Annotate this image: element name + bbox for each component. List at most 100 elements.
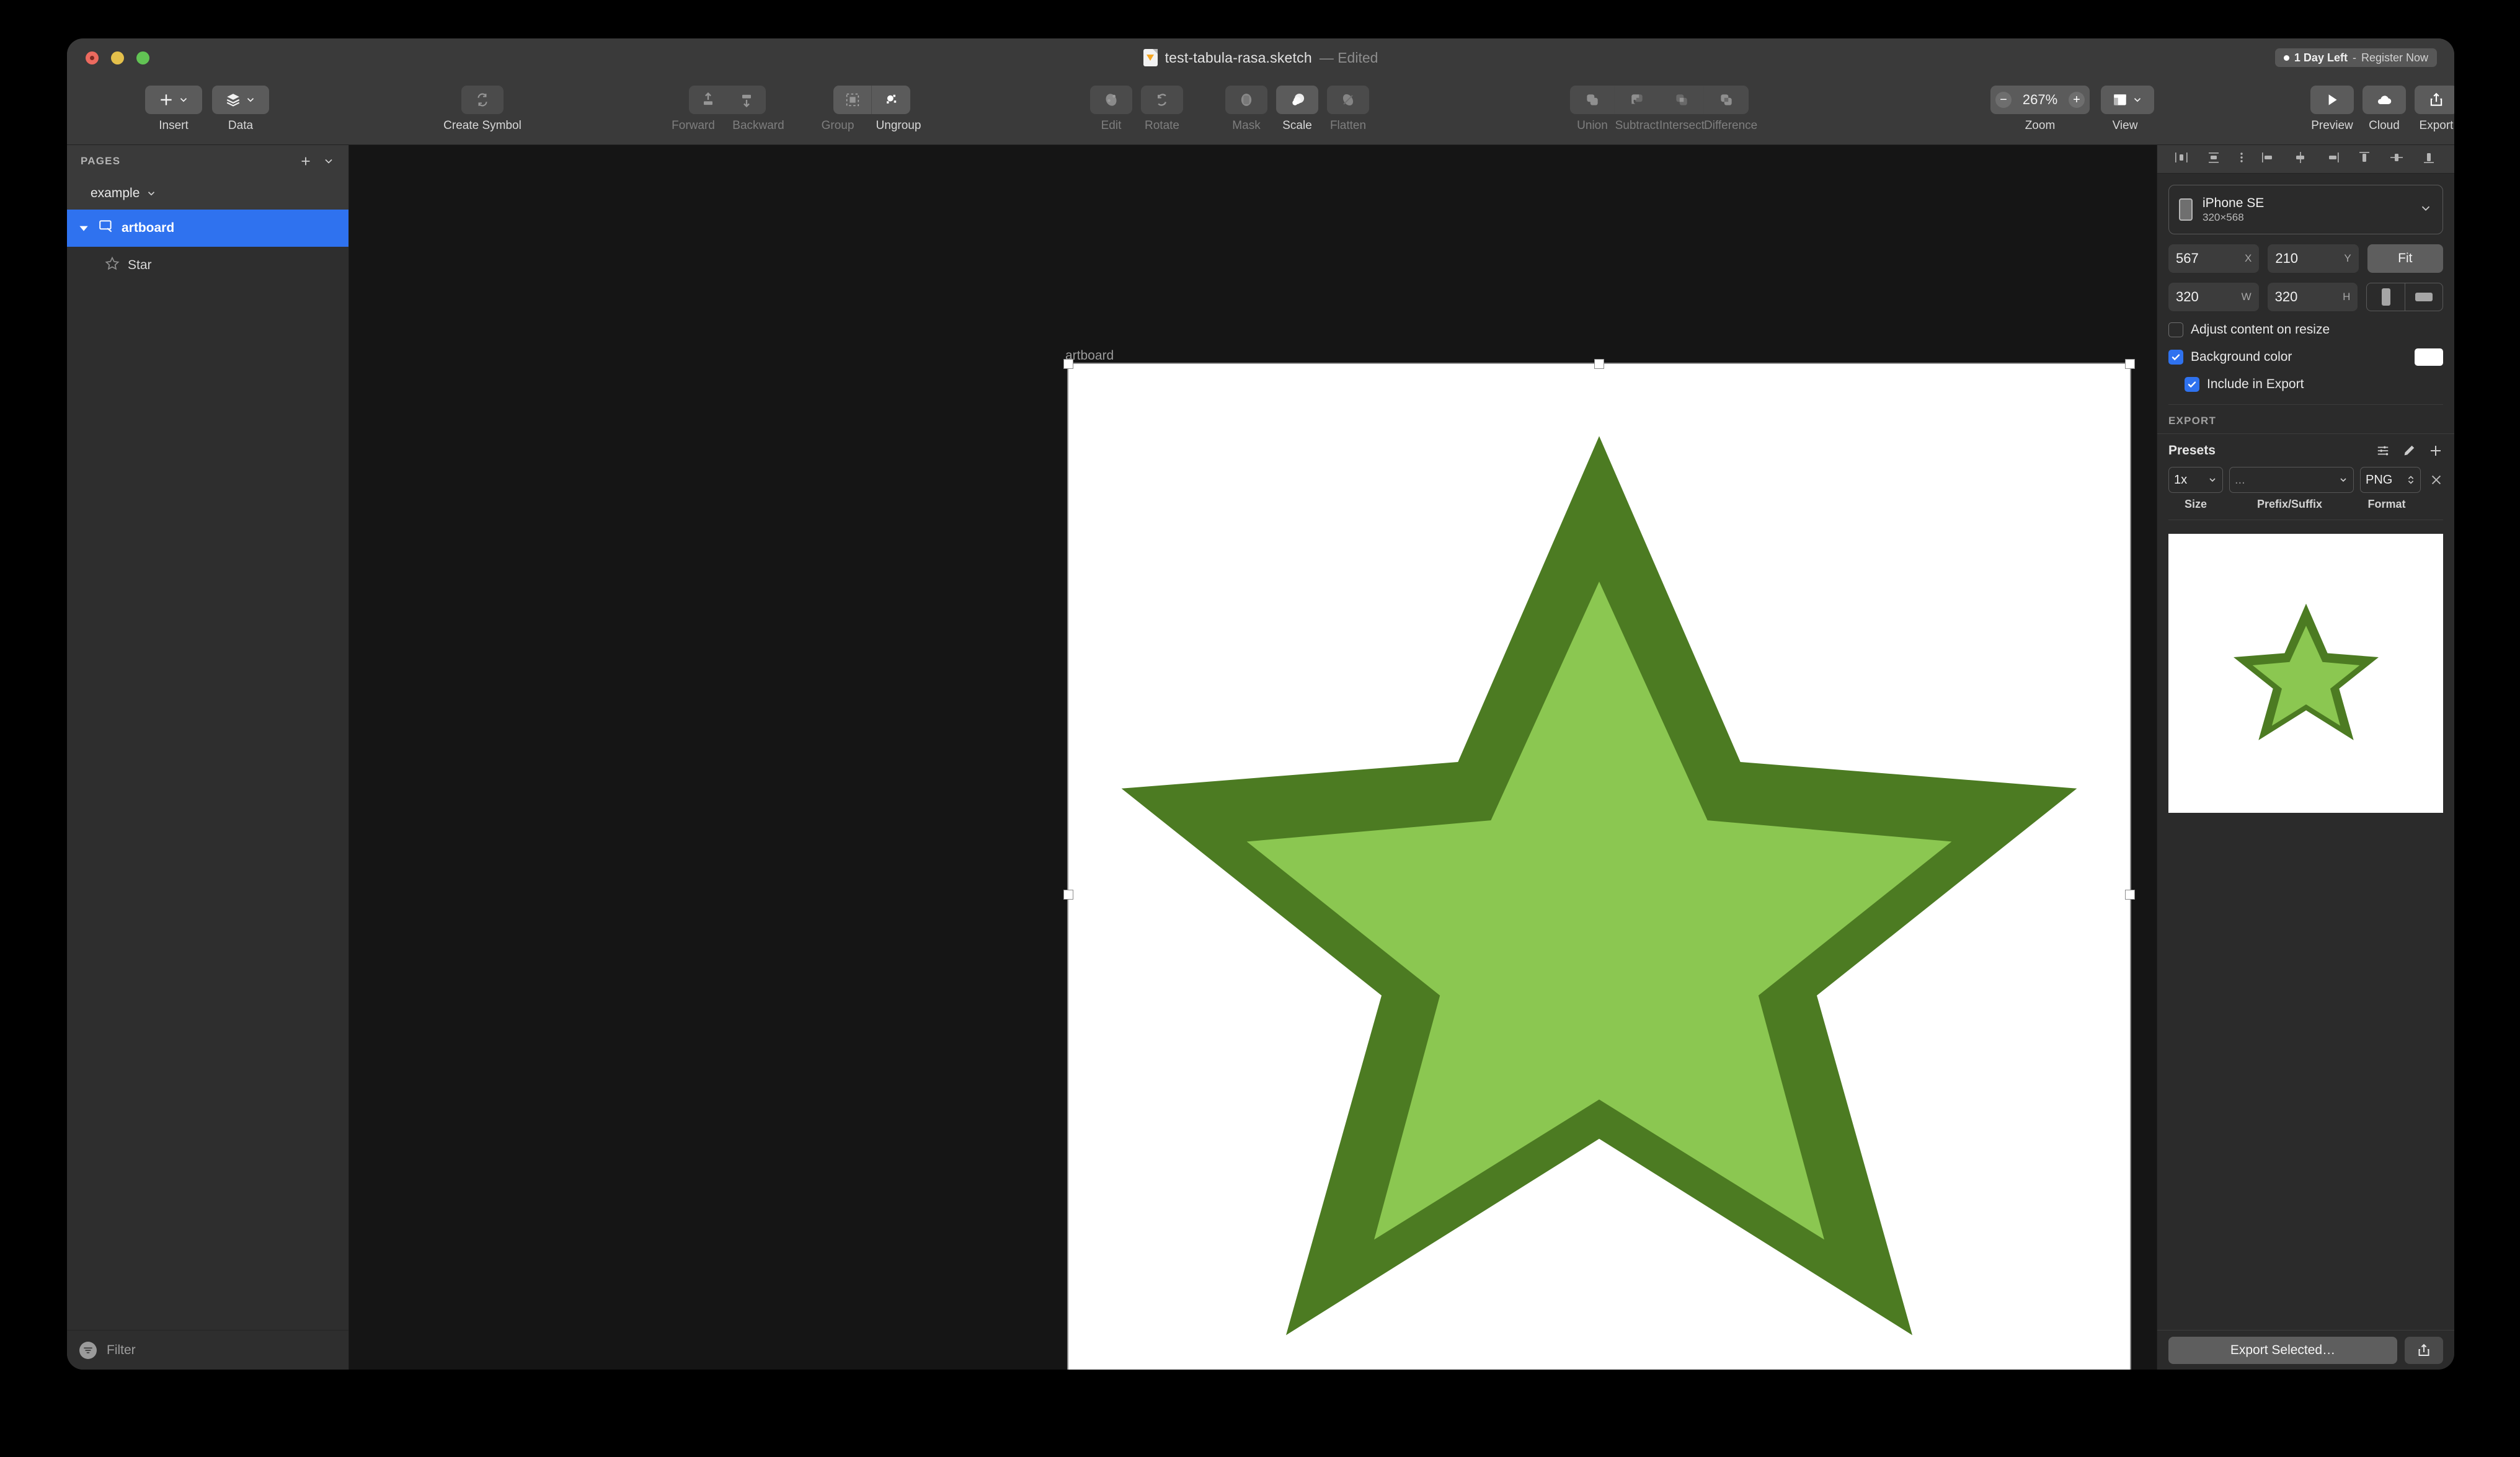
align-center-horizontal-icon[interactable]	[2206, 151, 2222, 167]
cloud-button[interactable]	[2362, 86, 2406, 114]
resize-handle-top-left[interactable]	[1063, 359, 1073, 369]
background-color-row[interactable]: Background color	[2168, 348, 2443, 366]
rotate-button[interactable]	[1141, 86, 1183, 114]
chevron-down-icon	[2132, 94, 2143, 105]
toolbar-group-edit: Edit Rotate	[1090, 86, 1183, 133]
align-left-icon[interactable]	[2174, 151, 2190, 167]
toolbar-group-share: Preview Cloud Export	[2310, 86, 2454, 133]
main-body: PAGES example	[67, 145, 2454, 1370]
device-size: 320×568	[2203, 211, 2264, 224]
zoom-out-button[interactable]: −	[1995, 92, 2012, 108]
star-artwork[interactable]	[1068, 364, 2130, 1370]
canvas[interactable]: artboard	[349, 145, 2157, 1370]
zoom-value[interactable]: 267%	[2018, 92, 2062, 108]
landscape-orientation-button[interactable]	[2405, 283, 2442, 311]
preset-settings-button[interactable]	[2376, 444, 2390, 458]
preset-size-label: Size	[2168, 498, 2223, 511]
group-button[interactable]	[833, 86, 872, 114]
layer-row-artboard[interactable]: artboard	[67, 210, 348, 247]
backward-button[interactable]	[727, 86, 766, 114]
zoom-minus-glyph: −	[2000, 94, 2007, 106]
pages-menu-button[interactable]	[322, 155, 335, 167]
export-selected-button[interactable]: Export Selected…	[2168, 1337, 2397, 1364]
background-color-swatch[interactable]	[2415, 348, 2443, 366]
edit-label: Edit	[1090, 119, 1132, 133]
export-section-title: EXPORT	[2157, 405, 2454, 433]
export-button[interactable]	[2415, 86, 2454, 114]
scale-label: Scale	[1276, 119, 1318, 133]
inspector-panel: iPhone SE 320×568 567 X 210 Y	[2157, 145, 2454, 1370]
ungroup-button[interactable]	[872, 86, 910, 114]
subtract-button[interactable]	[1615, 86, 1659, 114]
data-button[interactable]	[212, 86, 269, 114]
license-badge[interactable]: 1 Day Left - Register Now	[2275, 48, 2437, 67]
distribute-horizontal-icon[interactable]	[2238, 151, 2245, 167]
chevron-down-icon[interactable]	[2419, 202, 2433, 218]
create-symbol-button[interactable]	[461, 86, 504, 114]
insert-label: Insert	[145, 119, 202, 133]
union-button[interactable]	[1570, 86, 1615, 114]
scale-button[interactable]	[1276, 86, 1318, 114]
resize-handle-top-center[interactable]	[1594, 359, 1604, 369]
view-layout-icon	[2112, 92, 2128, 108]
portrait-orientation-button[interactable]	[2367, 283, 2405, 311]
width-field[interactable]: 320 W	[2168, 283, 2259, 311]
include-in-export-checkbox[interactable]	[2185, 377, 2199, 392]
preview-button[interactable]	[2310, 86, 2354, 114]
align-top-icon[interactable]	[2357, 151, 2373, 167]
preset-size-select[interactable]: 1x	[2168, 467, 2223, 493]
x-value[interactable]: 567	[2176, 250, 2245, 267]
resize-handle-top-right[interactable]	[2125, 359, 2135, 369]
filter-bar[interactable]: Filter	[67, 1330, 348, 1370]
view-button[interactable]	[2101, 86, 2154, 114]
device-preset-selector[interactable]: iPhone SE 320×568	[2168, 185, 2443, 234]
resize-handle-middle-left[interactable]	[1063, 890, 1073, 900]
flatten-button[interactable]	[1327, 86, 1369, 114]
disclosure-triangle-icon[interactable]	[77, 223, 91, 233]
y-field[interactable]: 210 Y	[2268, 244, 2358, 273]
add-page-button[interactable]	[299, 154, 313, 168]
preset-edit-button[interactable]	[2402, 444, 2416, 458]
zoom-in-button[interactable]: +	[2069, 92, 2085, 108]
preset-remove-button[interactable]	[2429, 473, 2443, 487]
y-value[interactable]: 210	[2275, 250, 2344, 267]
align-left-edge-icon[interactable]	[2261, 151, 2277, 167]
fit-button[interactable]: Fit	[2367, 244, 2443, 273]
resize-handle-middle-right[interactable]	[2125, 890, 2135, 900]
page-selector[interactable]: example	[67, 177, 348, 210]
align-right-edge-icon[interactable]	[2325, 151, 2341, 167]
align-bottom-icon[interactable]	[2421, 151, 2438, 167]
position-fields: 567 X 210 Y Fit	[2168, 244, 2443, 273]
align-center-icon[interactable]	[2292, 151, 2309, 167]
register-now-link[interactable]: Register Now	[2361, 51, 2428, 64]
export-share-button[interactable]	[2405, 1337, 2443, 1364]
preset-format-select[interactable]: PNG	[2360, 467, 2421, 493]
adjust-content-checkbox[interactable]	[2168, 322, 2183, 337]
current-page-name: example	[91, 186, 140, 201]
phone-icon	[2179, 198, 2193, 221]
filter-input[interactable]: Filter	[107, 1343, 136, 1358]
height-value[interactable]: 320	[2275, 289, 2343, 305]
adjust-content-row[interactable]: Adjust content on resize	[2168, 322, 2443, 337]
export-preview-thumbnail[interactable]	[2168, 534, 2443, 813]
background-color-checkbox[interactable]	[2168, 350, 2183, 365]
x-field[interactable]: 567 X	[2168, 244, 2259, 273]
create-symbol-label: Create Symbol	[433, 119, 532, 133]
preset-add-button[interactable]	[2428, 443, 2443, 458]
forward-button[interactable]	[689, 86, 727, 114]
star-icon	[104, 255, 120, 275]
mask-button[interactable]	[1225, 86, 1267, 114]
difference-button[interactable]	[1704, 86, 1749, 114]
width-value[interactable]: 320	[2176, 289, 2242, 305]
layer-row-star[interactable]: Star	[67, 247, 348, 284]
union-label: Union	[1570, 119, 1615, 133]
insert-button[interactable]	[145, 86, 202, 114]
intersect-button[interactable]	[1659, 86, 1704, 114]
preset-prefix-select[interactable]: ...	[2229, 467, 2354, 493]
align-middle-icon[interactable]	[2389, 151, 2405, 167]
close-icon	[2429, 473, 2443, 487]
edit-button[interactable]	[1090, 86, 1132, 114]
include-in-export-row[interactable]: Include in Export	[2168, 377, 2443, 392]
layer-name: artboard	[122, 221, 174, 236]
height-field[interactable]: 320 H	[2268, 283, 2358, 311]
